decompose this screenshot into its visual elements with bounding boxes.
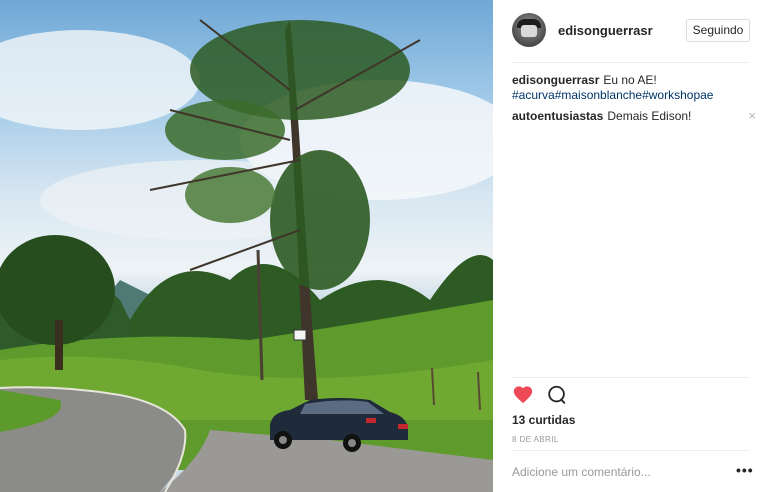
more-options-icon[interactable]: ••• bbox=[736, 463, 754, 477]
post-header: edisonguerrasr Seguindo bbox=[512, 12, 752, 52]
username-link[interactable]: edisonguerrasr bbox=[558, 23, 653, 38]
speech-bubble-icon-graphic bbox=[548, 385, 566, 404]
list-item: autoentusiastas Demais Edison! × bbox=[512, 108, 756, 124]
landscape-image bbox=[0, 19, 493, 492]
avatar[interactable] bbox=[512, 13, 546, 47]
caption-comment: edisonguerrasr Eu no AE! #acurva#maisonbl… bbox=[512, 73, 752, 103]
comment-text: Demais Edison! bbox=[607, 109, 692, 123]
speech-bubble-icon[interactable] bbox=[546, 384, 570, 408]
comments-list: edisonguerrasr Eu no AE! #acurva#maisonbl… bbox=[512, 73, 756, 130]
heart-icon-graphic bbox=[513, 386, 533, 404]
likes-count[interactable]: 13 curtidas bbox=[512, 413, 575, 427]
post-photo[interactable] bbox=[0, 0, 493, 492]
post-date: 8 DE ABRIL bbox=[512, 435, 559, 444]
comment-input[interactable] bbox=[512, 462, 722, 482]
close-icon[interactable]: × bbox=[748, 108, 756, 123]
comment-text: Eu no AE! bbox=[603, 73, 657, 87]
comment-author-link[interactable]: edisonguerrasr bbox=[512, 73, 599, 87]
divider bbox=[512, 450, 750, 451]
action-bar bbox=[512, 384, 752, 408]
hashtag-links[interactable]: #acurva#maisonblanche#workshopae bbox=[512, 88, 752, 103]
divider bbox=[512, 62, 750, 63]
avatar-face bbox=[521, 25, 537, 37]
post-side-panel: edisonguerrasr Seguindo edisonguerrasr Eu… bbox=[493, 0, 768, 492]
following-button[interactable]: Seguindo bbox=[686, 19, 750, 42]
divider bbox=[512, 377, 750, 378]
heart-icon[interactable] bbox=[512, 384, 536, 408]
comment-author-link[interactable]: autoentusiastas bbox=[512, 109, 603, 123]
